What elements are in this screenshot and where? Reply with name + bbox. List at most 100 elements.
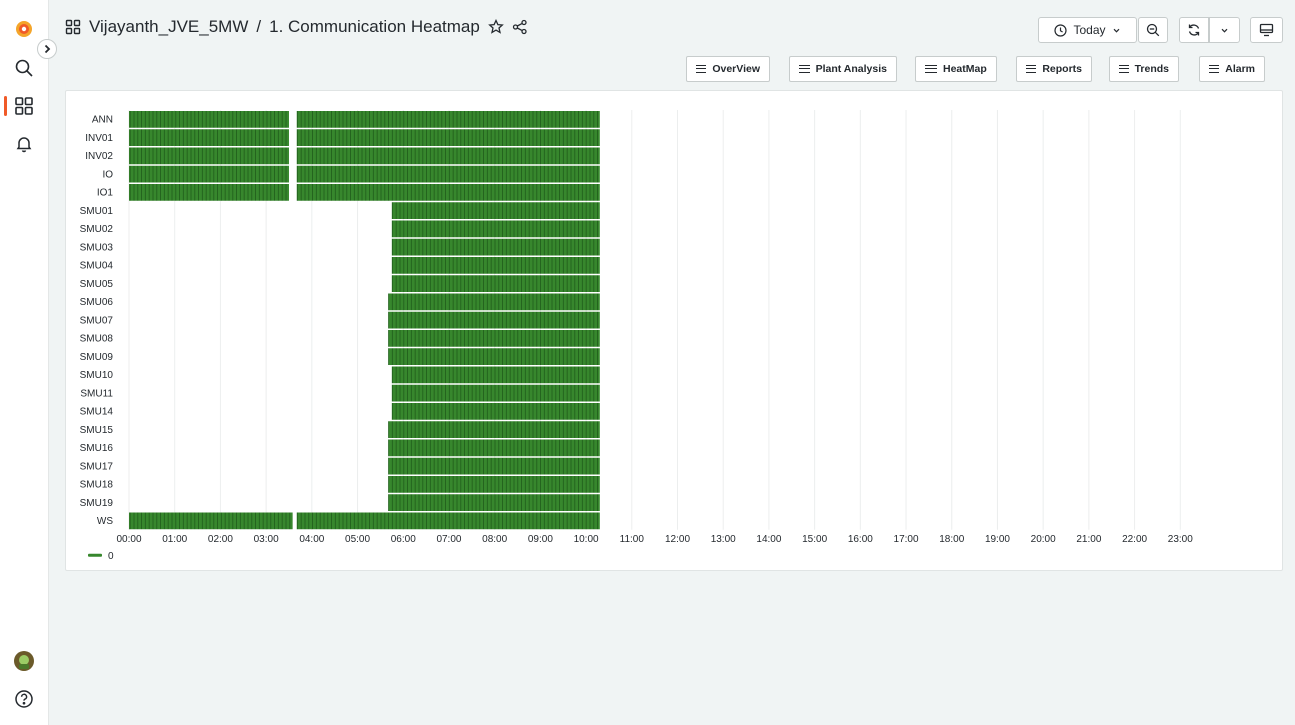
heatmap-cell bbox=[391, 238, 600, 256]
x-tick-label: 01:00 bbox=[162, 534, 187, 545]
heatmap-cell bbox=[129, 512, 293, 530]
heatmap-cell bbox=[391, 403, 600, 420]
nav-link-alarm[interactable]: Alarm bbox=[1199, 56, 1265, 82]
heatmap-cell bbox=[296, 165, 600, 183]
heatmap-cell bbox=[388, 293, 600, 311]
heatmap-cell bbox=[388, 330, 600, 347]
x-tick-label: 18:00 bbox=[939, 534, 964, 545]
row-label: SMU19 bbox=[80, 498, 114, 509]
communication-heatmap-chart[interactable]: ANN INV01 INV02 IO IO1 SMU01 SMU02 SMU03 SMU04 SM… bbox=[66, 91, 1282, 570]
x-tick-label: 16:00 bbox=[848, 534, 873, 545]
x-tick-label: 22:00 bbox=[1122, 534, 1147, 545]
row-label: ANN bbox=[92, 115, 113, 126]
chevron-down-icon bbox=[1221, 28, 1228, 33]
top-bar: Vijayanth_JVE_5MW / 1. Communication Hea… bbox=[49, 0, 1295, 50]
x-tick-label: 12:00 bbox=[665, 534, 690, 545]
active-indicator bbox=[4, 96, 7, 116]
legend-swatch bbox=[88, 553, 102, 557]
x-tick-label: 13:00 bbox=[711, 534, 736, 545]
refresh-icon bbox=[1188, 24, 1200, 36]
row-label: SMU14 bbox=[80, 407, 114, 418]
heatmap-cell bbox=[129, 165, 289, 183]
row-label: SMU05 bbox=[80, 279, 114, 290]
x-tick-label: 20:00 bbox=[1031, 534, 1056, 545]
help-icon[interactable] bbox=[10, 685, 38, 713]
folder-link[interactable]: Vijayanth_JVE_5MW bbox=[89, 17, 248, 37]
x-tick-label: 17:00 bbox=[894, 534, 919, 545]
dashboards-grid-icon[interactable] bbox=[10, 92, 38, 120]
x-tick-label: 14:00 bbox=[756, 534, 781, 545]
refresh-button[interactable] bbox=[1179, 17, 1209, 43]
grafana-logo-icon[interactable] bbox=[10, 15, 38, 43]
row-label: SMU07 bbox=[80, 315, 114, 326]
sidebar bbox=[0, 0, 49, 725]
row-label: WS bbox=[97, 516, 113, 527]
heatmap-cell bbox=[129, 129, 289, 146]
zoom-out-icon bbox=[1146, 23, 1160, 37]
x-tick-label: 09:00 bbox=[528, 534, 553, 545]
row-label: SMU02 bbox=[80, 224, 114, 235]
x-tick-label: 15:00 bbox=[802, 534, 827, 545]
heatmap-cell bbox=[296, 184, 600, 201]
row-label: INV01 bbox=[85, 133, 113, 144]
tv-mode-button[interactable] bbox=[1250, 17, 1283, 43]
nav-link-label: Trends bbox=[1134, 63, 1169, 75]
nav-link-overview[interactable]: OverView bbox=[686, 56, 770, 82]
bell-icon[interactable] bbox=[10, 130, 38, 158]
heatmap-cell bbox=[388, 439, 600, 457]
page-title[interactable]: 1. Communication Heatmap bbox=[269, 17, 480, 37]
clock-icon bbox=[1054, 23, 1068, 37]
heatmap-cell bbox=[296, 512, 600, 530]
nav-link-label: Reports bbox=[1042, 63, 1082, 75]
menu-icon bbox=[1209, 65, 1220, 73]
avatar-icon[interactable] bbox=[10, 647, 38, 675]
heatmap-cell bbox=[296, 147, 600, 165]
nav-link-heatmap[interactable]: HeatMap bbox=[915, 56, 997, 82]
nav-link-label: OverView bbox=[712, 63, 760, 75]
chevron-down-icon bbox=[1113, 28, 1119, 33]
heatmap-panel: ANN INV01 INV02 IO IO1 SMU01 SMU02 SMU03 SMU04 SM… bbox=[65, 90, 1283, 571]
x-tick-label: 19:00 bbox=[985, 534, 1010, 545]
nav-link-label: Plant Analysis bbox=[815, 63, 887, 75]
row-label: SMU06 bbox=[80, 297, 114, 308]
x-tick-label: 21:00 bbox=[1076, 534, 1101, 545]
menu-icon bbox=[925, 65, 937, 73]
menu-icon bbox=[1026, 65, 1037, 73]
heatmap-cell bbox=[388, 457, 600, 475]
heatmap-cell bbox=[391, 384, 600, 402]
row-label: SMU09 bbox=[80, 352, 114, 363]
heatmap-cell bbox=[391, 366, 600, 384]
heatmap-cell bbox=[388, 494, 600, 511]
heatmap-cell bbox=[388, 311, 600, 329]
time-range-picker[interactable]: Today bbox=[1038, 17, 1137, 43]
heatmap-cell bbox=[129, 111, 289, 128]
row-label: SMU16 bbox=[80, 443, 114, 454]
x-tick-label: 05:00 bbox=[345, 534, 370, 545]
refresh-interval-dropdown[interactable] bbox=[1209, 17, 1240, 43]
heatmap-cell bbox=[388, 476, 600, 493]
x-tick-label: 03:00 bbox=[254, 534, 279, 545]
zoom-out-button[interactable] bbox=[1138, 17, 1168, 43]
tv-mode-icon bbox=[1259, 23, 1274, 37]
x-tick-label: 08:00 bbox=[482, 534, 507, 545]
row-label: IO bbox=[102, 169, 113, 180]
share-icon[interactable] bbox=[512, 19, 528, 35]
row-label: IO1 bbox=[97, 188, 114, 199]
nav-link-plant-analysis[interactable]: Plant Analysis bbox=[789, 56, 897, 82]
star-icon[interactable] bbox=[487, 19, 504, 35]
row-label: SMU03 bbox=[80, 242, 114, 253]
expand-sidebar-button[interactable] bbox=[37, 39, 57, 59]
nav-link-label: HeatMap bbox=[943, 63, 987, 75]
nav-link-trends[interactable]: Trends bbox=[1109, 56, 1179, 82]
x-tick-label: 07:00 bbox=[436, 534, 461, 545]
x-tick-label: 00:00 bbox=[116, 534, 141, 545]
x-tick-label: 10:00 bbox=[574, 534, 599, 545]
chevron-right-icon bbox=[44, 44, 51, 54]
heatmap-cell bbox=[388, 421, 600, 438]
row-label: SMU15 bbox=[80, 425, 114, 436]
nav-link-reports[interactable]: Reports bbox=[1016, 56, 1092, 82]
x-tick-label: 06:00 bbox=[391, 534, 416, 545]
time-range-label: Today bbox=[1073, 23, 1106, 37]
search-icon[interactable] bbox=[10, 54, 38, 82]
dashboards-grid-icon bbox=[65, 19, 81, 35]
